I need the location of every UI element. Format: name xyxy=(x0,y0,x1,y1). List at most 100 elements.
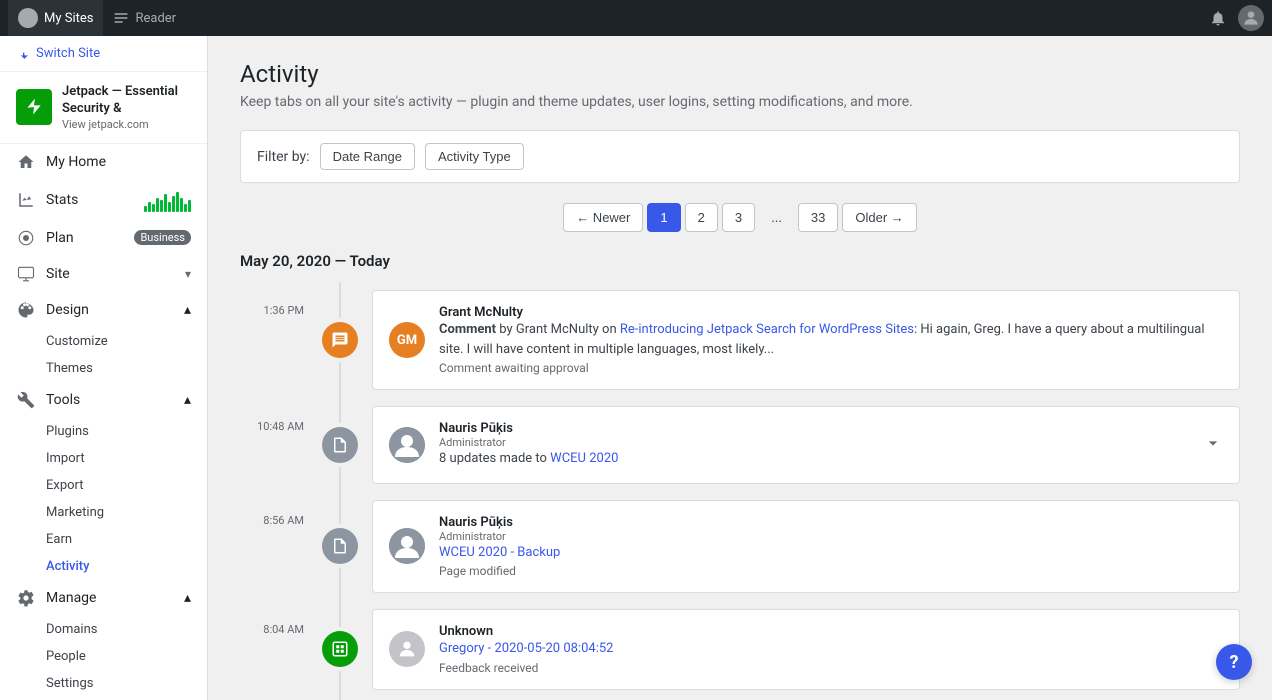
activity-user-role: Administrator xyxy=(439,436,1189,449)
home-icon xyxy=(16,152,36,172)
layout: Switch Site Jetpack — Essential Security… xyxy=(0,36,1272,700)
sidebar-item-marketing[interactable]: Marketing xyxy=(0,499,207,526)
design-chevron-icon: ▴ xyxy=(184,302,191,318)
list-item: Nauris Pūķis Administrator WCEU 2020 - B… xyxy=(372,500,1240,594)
page-33-btn[interactable]: 33 xyxy=(798,203,838,232)
avatar xyxy=(389,631,425,667)
time-stamp: 1:36 PM xyxy=(240,282,320,398)
sidebar-item-my-home[interactable]: My Home xyxy=(0,144,207,180)
wp-icon xyxy=(18,8,38,28)
activity-description: Gregory - 2020-05-20 08:04:52 xyxy=(439,639,1223,659)
activity-link[interactable]: WCEU 2020 - Backup xyxy=(439,545,560,560)
activity-user-name: Nauris Pūķis xyxy=(439,515,1223,530)
sidebar-item-plan[interactable]: Plan Business xyxy=(0,220,207,256)
sidebar-item-customize[interactable]: Customize xyxy=(0,328,207,355)
page-2-btn[interactable]: 2 xyxy=(685,203,718,232)
time-stamp: 8:04 AM xyxy=(240,601,320,698)
activity-info: Unknown Gregory - 2020-05-20 08:04:52 Fe… xyxy=(439,624,1223,675)
sidebar-item-export[interactable]: Export xyxy=(0,472,207,499)
switch-site-btn[interactable]: Switch Site xyxy=(0,36,207,72)
sidebar-item-site[interactable]: Site ▾ xyxy=(0,256,207,292)
activity-description: Comment by Grant McNulty on Re-introduci… xyxy=(439,320,1223,359)
sidebar-item-activity[interactable]: Activity xyxy=(0,553,207,580)
expand-btn[interactable] xyxy=(1203,433,1223,457)
activity-link[interactable]: Re-introducing Jetpack Search for WordPr… xyxy=(620,322,914,337)
site-header[interactable]: Jetpack — Essential Security & View jetp… xyxy=(0,72,207,144)
page-1-btn[interactable]: 1 xyxy=(647,203,680,232)
manage-chevron-icon: ▴ xyxy=(184,590,191,606)
user-avatar[interactable] xyxy=(1238,5,1264,31)
sidebar-item-manage[interactable]: Manage ▴ xyxy=(0,580,207,616)
time-stamp: 10:48 AM xyxy=(240,398,320,492)
activity-link[interactable]: Gregory - 2020-05-20 08:04:52 xyxy=(439,641,613,656)
activity-sub-text: Feedback received xyxy=(439,661,1223,675)
activity-description: WCEU 2020 - Backup xyxy=(439,543,1223,563)
activity-link[interactable]: WCEU 2020 xyxy=(550,451,618,466)
filter-label: Filter by: xyxy=(257,149,310,165)
date-header: May 20, 2020 — Today xyxy=(240,252,1240,270)
stats-mini-chart xyxy=(144,188,191,212)
site-name: Jetpack — Essential Security & xyxy=(62,84,191,118)
sidebar-item-settings[interactable]: Settings xyxy=(0,670,207,697)
page-desc: Keep tabs on all your site's activity — … xyxy=(240,94,1240,110)
avatar xyxy=(389,528,425,564)
activity-user-name: Unknown xyxy=(439,624,1223,639)
sidebar-item-earn[interactable]: Earn xyxy=(0,526,207,553)
help-button[interactable]: ? xyxy=(1216,644,1252,680)
sidebar-item-stats[interactable]: Stats xyxy=(0,180,207,220)
activity-icon xyxy=(322,427,358,463)
stats-icon xyxy=(16,190,36,210)
tools-chevron-icon: ▴ xyxy=(184,392,191,408)
sidebar-item-domains[interactable]: Domains xyxy=(0,616,207,643)
reader-btn[interactable]: Reader xyxy=(103,0,186,36)
sidebar-item-people[interactable]: People xyxy=(0,643,207,670)
sidebar-item-import[interactable]: Import xyxy=(0,445,207,472)
site-chevron-icon: ▾ xyxy=(185,267,191,281)
activity-sub-text: Comment awaiting approval xyxy=(439,361,1223,375)
reader-label: Reader xyxy=(135,11,176,26)
page-title: Activity xyxy=(240,60,1240,88)
timeline xyxy=(320,601,360,698)
design-icon xyxy=(16,300,36,320)
avatar xyxy=(389,427,425,463)
activity-user-role: Administrator xyxy=(439,530,1223,543)
newer-btn[interactable]: ← Newer xyxy=(563,203,643,232)
activity-list: 1:36 PM GM Grant McNulty xyxy=(240,282,1240,700)
activity-info: Nauris Pūķis Administrator 8 updates mad… xyxy=(439,421,1189,469)
activity-description: 8 updates made to WCEU 2020 xyxy=(439,449,1189,469)
list-item: GM Grant McNulty Comment by Grant McNult… xyxy=(372,290,1240,390)
activity-type-btn[interactable]: Activity Type xyxy=(425,143,524,170)
design-label: Design xyxy=(46,302,174,318)
help-icon: ? xyxy=(1230,652,1239,673)
sidebar-item-tools[interactable]: Tools ▴ xyxy=(0,382,207,418)
activity-icon xyxy=(322,631,358,667)
time-stamp: 8:56 AM xyxy=(240,492,320,602)
date-range-btn[interactable]: Date Range xyxy=(320,143,415,170)
activity-sub-text: Page modified xyxy=(439,564,1223,578)
notifications-btn[interactable] xyxy=(1202,2,1234,34)
pagination: ← Newer 1 2 3 ... 33 Older → xyxy=(240,203,1240,232)
plan-label: Plan xyxy=(46,230,124,246)
sidebar-item-plugins[interactable]: Plugins xyxy=(0,418,207,445)
activity-info: Grant McNulty Comment by Grant McNulty o… xyxy=(439,305,1223,375)
my-home-label: My Home xyxy=(46,154,191,170)
manage-icon xyxy=(16,588,36,608)
filter-bar: Filter by: Date Range Activity Type xyxy=(240,130,1240,183)
switch-site-label: Switch Site xyxy=(36,46,100,61)
stats-label: Stats xyxy=(46,192,134,208)
table-row: 8:56 AM Nauris Pūķis xyxy=(240,492,1240,602)
timeline xyxy=(320,282,360,398)
timeline xyxy=(320,398,360,492)
table-row: 10:48 AM Nauris Pūķis xyxy=(240,398,1240,492)
page-3-btn[interactable]: 3 xyxy=(722,203,755,232)
timeline xyxy=(320,492,360,602)
tools-label: Tools xyxy=(46,392,174,408)
my-sites-btn[interactable]: My Sites xyxy=(8,0,103,36)
sidebar-item-themes[interactable]: Themes xyxy=(0,355,207,382)
table-row: 1:36 PM GM Grant McNulty xyxy=(240,282,1240,398)
older-btn[interactable]: Older → xyxy=(842,203,916,232)
site-link: View jetpack.com xyxy=(62,118,191,131)
site-nav-icon xyxy=(16,264,36,284)
sidebar-item-design[interactable]: Design ▴ xyxy=(0,292,207,328)
topbar-right xyxy=(1202,2,1264,34)
